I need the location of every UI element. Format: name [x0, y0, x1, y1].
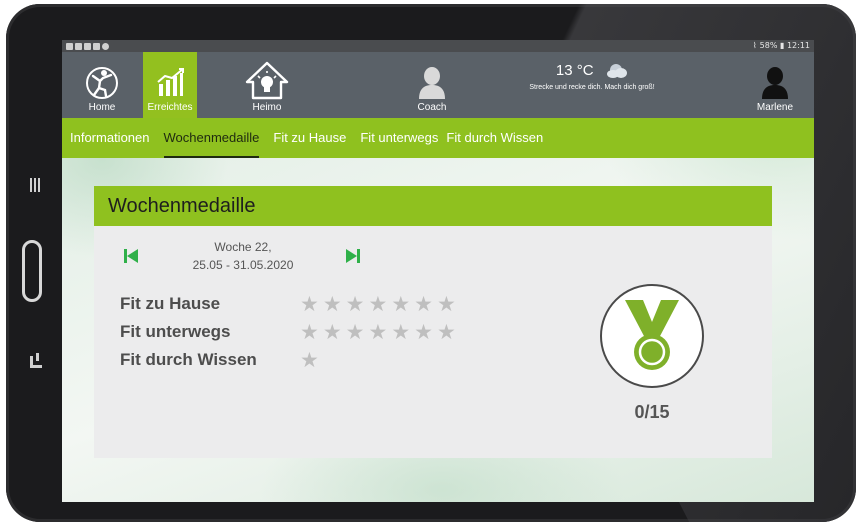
notification-icon — [66, 42, 73, 50]
star-rating: ★ — [300, 347, 319, 372]
home-figure-icon — [86, 67, 118, 99]
category-label: Fit zu Hause — [120, 294, 221, 313]
chart-bars-icon — [157, 68, 184, 96]
status-info: 58% ▮ 12:11 — [759, 41, 810, 50]
week-number: Woche 22, — [214, 240, 272, 254]
user-icon — [762, 67, 788, 99]
nav-heimo-label: Heimo — [252, 102, 282, 113]
back-hardware-button[interactable] — [30, 353, 42, 368]
app-screen: ⌇ 58% ▮ 12:11 Home Erreichtes Heimo Coac… — [62, 40, 814, 502]
nav-heimo[interactable]: Heimo — [240, 52, 294, 118]
star-icon: ★ — [300, 347, 319, 372]
medal-badge — [600, 284, 704, 388]
category-label: Fit unterwegs — [120, 322, 231, 341]
nav-home-label: Home — [88, 102, 116, 113]
top-navigation: Home Erreichtes Heimo Coach 13 °C Streck… — [62, 52, 814, 118]
star-icon: ★ — [436, 291, 456, 316]
nav-home[interactable]: Home — [75, 52, 129, 118]
nav-erreichtes-label: Erreichtes — [147, 102, 193, 113]
star-icon: ★ — [368, 291, 388, 316]
nav-profile-label: Marlene — [756, 102, 794, 113]
category-row: Fit unterwegs ★ ★ ★ ★ ★ ★ ★ — [120, 318, 456, 346]
card-title: Wochenmedaille — [94, 186, 772, 226]
nav-erreichtes[interactable]: Erreichtes — [143, 52, 197, 118]
weather-temperature: 13 °C — [555, 62, 594, 80]
medal-card: Wochenmedaille Woche 22, 25.05 - 31.05.2… — [94, 186, 772, 458]
home-hardware-button[interactable] — [22, 240, 42, 302]
medal-score: 0/15 — [634, 402, 670, 422]
tab-wochenmedaille[interactable]: Wochenmedaille — [163, 118, 259, 158]
week-range: Woche 22, 25.05 - 31.05.2020 — [160, 238, 326, 274]
star-rating: ★ ★ ★ ★ ★ ★ ★ — [300, 319, 456, 344]
weather-message: Strecke und recke dich. Mach dich groß! — [529, 84, 655, 91]
signal-icon: ⌇ — [752, 41, 757, 50]
week-dates: 25.05 - 31.05.2020 — [192, 258, 294, 272]
cloud-icon — [607, 63, 628, 78]
category-row: Fit zu Hause ★ ★ ★ ★ ★ ★ ★ — [120, 290, 456, 318]
star-icon: ★ — [300, 291, 319, 316]
star-icon: ★ — [414, 319, 433, 344]
star-icon: ★ — [391, 319, 411, 344]
nav-coach-label: Coach — [417, 102, 447, 113]
tab-fit-unterwegs[interactable]: Fit unterwegs — [360, 118, 438, 158]
week-selector: Woche 22, 25.05 - 31.05.2020 — [120, 238, 380, 278]
star-icon: ★ — [300, 319, 319, 344]
status-bar: ⌇ 58% ▮ 12:11 — [62, 40, 814, 52]
sub-navigation: Informationen Wochenmedaille Fit zu Haus… — [62, 118, 814, 158]
medal-icon — [625, 300, 679, 370]
lightbulb-house-icon — [245, 61, 289, 100]
tab-informationen[interactable]: Informationen — [70, 118, 150, 158]
notification-icon — [75, 42, 82, 50]
star-icon: ★ — [414, 291, 433, 316]
notification-icon — [102, 42, 109, 50]
star-icon: ★ — [322, 319, 342, 344]
weather-widget: 13 °C Strecke und recke dich. Mach dich … — [502, 62, 682, 91]
star-icon: ★ — [436, 319, 456, 344]
category-row: Fit durch Wissen ★ — [120, 346, 456, 374]
notification-icons — [66, 40, 109, 52]
previous-week-icon[interactable] — [123, 248, 139, 264]
recent-apps-button[interactable] — [30, 178, 42, 192]
tab-fit-durch-wissen[interactable]: Fit durch Wissen — [446, 118, 543, 158]
tab-fit-zu-hause[interactable]: Fit zu Hause — [273, 118, 346, 158]
star-icon: ★ — [368, 319, 388, 344]
notification-icon — [84, 42, 91, 50]
next-week-icon[interactable] — [345, 248, 361, 264]
person-icon — [419, 67, 445, 99]
nav-profile[interactable]: Marlene — [748, 52, 802, 118]
star-icon: ★ — [322, 291, 342, 316]
star-rating: ★ ★ ★ ★ ★ ★ ★ — [300, 291, 456, 316]
category-label: Fit durch Wissen — [120, 350, 257, 369]
star-icon: ★ — [345, 291, 365, 316]
status-right: ⌇ 58% ▮ 12:11 — [753, 40, 810, 52]
notification-icon — [93, 42, 100, 50]
nav-coach[interactable]: Coach — [405, 52, 459, 118]
category-list: Fit zu Hause ★ ★ ★ ★ ★ ★ ★ Fit unterwegs ★ ★ ★ ★ ★… — [120, 290, 456, 374]
star-icon: ★ — [345, 319, 365, 344]
star-icon: ★ — [391, 291, 411, 316]
